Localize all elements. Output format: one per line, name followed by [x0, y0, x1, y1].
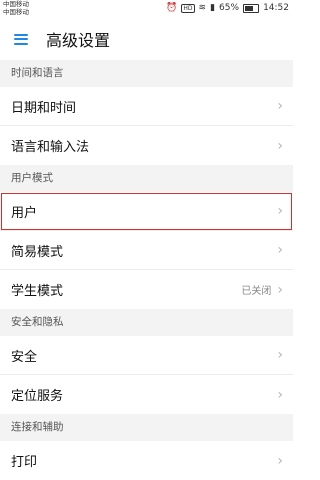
- chevron-right-icon: ›: [277, 137, 283, 154]
- battery-percent: 65%: [219, 3, 240, 13]
- wifi-icon: ≋: [198, 3, 207, 13]
- item-security[interactable]: 安全 ›: [0, 336, 293, 375]
- carrier-labels: 中国移动 中国移动: [3, 0, 29, 16]
- chevron-right-icon: ›: [277, 98, 283, 114]
- alarm-icon: ⏰: [166, 3, 178, 13]
- chevron-right-icon: ›: [277, 281, 283, 298]
- item-location-service[interactable]: 定位服务 ›: [0, 375, 293, 414]
- chevron-right-icon: ›: [277, 242, 283, 258]
- battery-icon: [243, 3, 260, 13]
- item-label: 定位服务: [11, 389, 64, 404]
- item-student-mode[interactable]: 学生模式 已关闭 ›: [0, 270, 293, 309]
- item-language-input[interactable]: 语言和输入法 ›: [0, 126, 293, 165]
- item-label: 简易模式: [11, 244, 64, 260]
- item-label: 用户: [11, 205, 38, 221]
- page-title: 高级设置: [46, 31, 111, 50]
- item-label: 语言和输入法: [11, 140, 90, 155]
- hd-icon: HD: [181, 3, 195, 13]
- chevron-right-icon: ›: [277, 386, 283, 403]
- signal-icon: ▮: [210, 3, 216, 13]
- status-icons: ⏰ HD ≋ ▮ 65% 14:52: [166, 3, 289, 13]
- item-print[interactable]: 打印 ›: [0, 441, 293, 480]
- item-label: 学生模式: [11, 284, 64, 299]
- carrier-1: 中国移动: [3, 0, 29, 8]
- status-bar: 中国移动 中国移动 ⏰ HD ≋ ▮ 65% 14:52: [0, 0, 293, 18]
- menu-icon[interactable]: [14, 33, 28, 45]
- item-label: 日期和时间: [11, 100, 77, 116]
- item-simple-mode[interactable]: 简易模式 ›: [0, 231, 293, 270]
- chevron-right-icon: ›: [277, 347, 283, 363]
- item-label: 安全: [11, 349, 38, 365]
- item-label: 打印: [11, 455, 38, 470]
- item-value: 已关闭: [241, 286, 272, 297]
- chevron-right-icon: ›: [277, 452, 283, 469]
- chevron-right-icon: ›: [277, 203, 283, 219]
- clock: 14:52: [263, 3, 289, 13]
- carrier-2: 中国移动: [3, 8, 29, 16]
- section-header-user-mode: 用户模式: [0, 165, 293, 192]
- section-header-time-language: 时间和语言: [0, 60, 293, 87]
- section-header-security-privacy: 安全和隐私: [0, 309, 293, 336]
- item-date-time[interactable]: 日期和时间 ›: [0, 87, 293, 126]
- section-header-connection-assist: 连接和辅助: [0, 414, 293, 441]
- item-user[interactable]: 用户 ›: [0, 192, 293, 231]
- settings-list: 时间和语言 日期和时间 › 语言和输入法 › 用户模式 用户 › 简易模式 › …: [0, 60, 293, 480]
- app-bar: 高级设置: [0, 18, 293, 60]
